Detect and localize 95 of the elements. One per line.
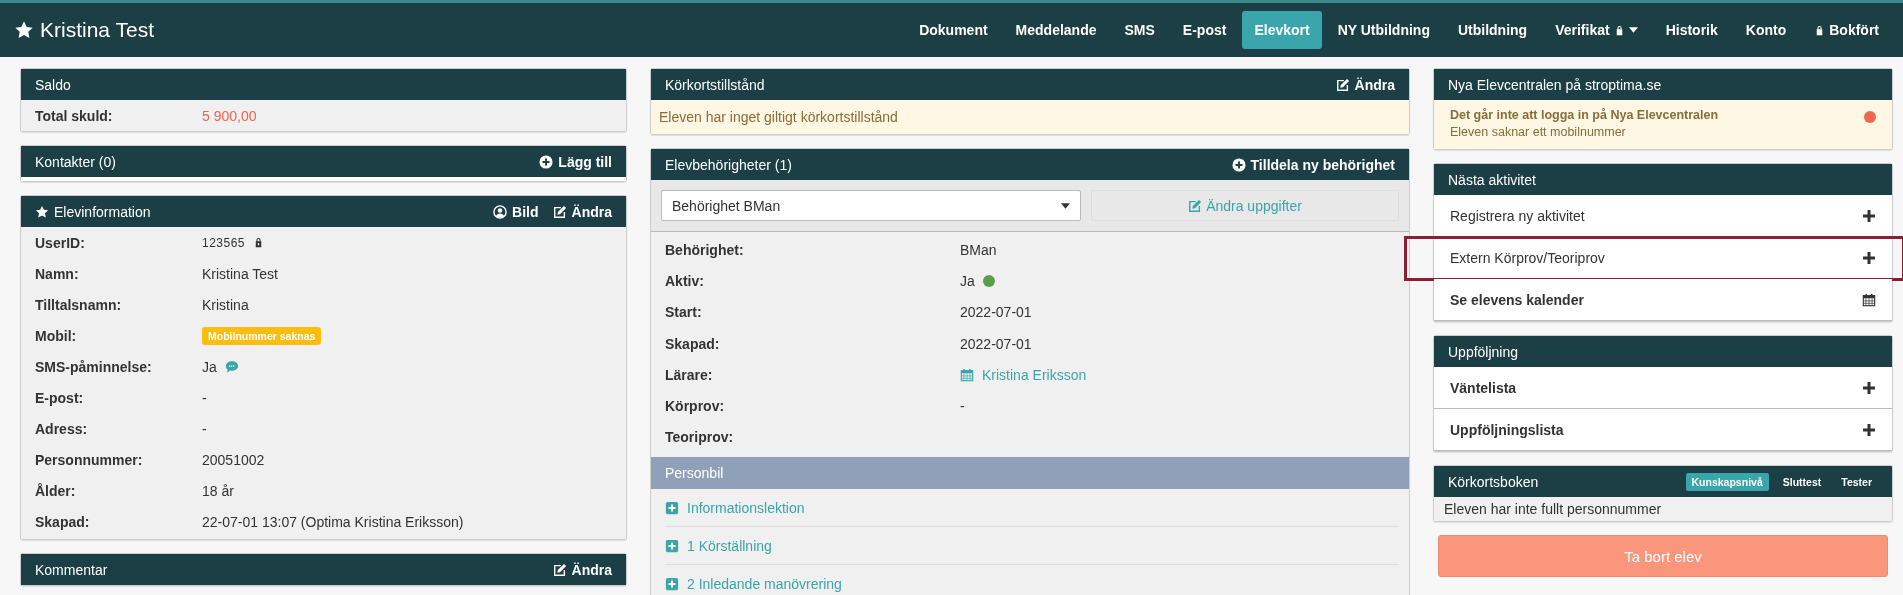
panel-title: Nya Elevcentralen på stroptima.se <box>1448 76 1662 93</box>
panel-title: Saldo <box>35 76 71 93</box>
field-value: 5 900,00 <box>202 107 257 124</box>
edit-icon <box>1335 77 1350 92</box>
edit-link[interactable]: Ändra <box>552 203 612 220</box>
edit-icon <box>552 204 567 219</box>
list-item[interactable]: Extern Körprov/Teoriprov <box>1434 237 1892 279</box>
panel-title: Kontakter (0) <box>35 153 116 170</box>
plus-icon <box>1862 380 1876 395</box>
plus-circle-icon <box>539 154 554 169</box>
field-value: Kristina <box>202 296 249 313</box>
panel-title: Elevinformation <box>35 203 151 220</box>
field-label: Adress: <box>35 420 88 437</box>
star-icon <box>35 204 49 219</box>
star-icon <box>14 20 34 40</box>
field-label: Teoriprov: <box>665 429 734 446</box>
field-label: Start: <box>665 304 702 321</box>
plus-square-icon <box>665 538 679 553</box>
field-label: Mobil: <box>35 327 77 344</box>
brand-title[interactable]: Kristina Test <box>14 18 154 42</box>
photo-link[interactable]: Bild <box>493 203 539 220</box>
tab[interactable]: Sluttest <box>1776 472 1828 491</box>
field-value: - <box>202 420 207 437</box>
caret-icon <box>1061 202 1070 209</box>
plus-icon <box>1862 250 1876 265</box>
panel-title: Körkortstillstånd <box>665 76 765 93</box>
field-value: 123565 <box>202 235 246 250</box>
panel-title: Uppföljning <box>1448 343 1519 360</box>
caret-icon <box>1628 27 1638 33</box>
field-value: 18 år <box>202 482 234 499</box>
nav-tab[interactable]: Meddelande <box>1003 11 1109 49</box>
list-item[interactable]: Väntelista <box>1434 367 1892 409</box>
panel-title: Kommentar <box>35 561 108 578</box>
nav-tab[interactable]: SMS <box>1112 11 1167 49</box>
nav-tab[interactable]: Dokument <box>907 11 1000 49</box>
field-value: Kristina Test <box>202 265 278 282</box>
category-header: Personbil <box>651 457 1409 490</box>
list-item[interactable]: Se elevens kalender <box>1434 279 1892 321</box>
field-label: Skapad: <box>665 335 720 352</box>
field-label: Lärare: <box>665 366 713 383</box>
plus-icon <box>1862 208 1876 223</box>
panel-title: Körkortsboken <box>1448 473 1539 490</box>
alert-text: Eleven saknar ett mobilnummer <box>1450 125 1627 139</box>
edit-icon <box>552 562 567 577</box>
field-value: - <box>960 398 965 415</box>
field-label: Namn: <box>35 265 79 282</box>
field-label: SMS-påminnelse: <box>35 358 152 375</box>
field-label: Aktiv: <box>665 272 704 289</box>
field-label: UserID: <box>35 234 85 251</box>
assign-link[interactable]: Tilldela ny behörighet <box>1231 156 1395 173</box>
edit-icon <box>1188 198 1203 213</box>
field-label: Behörighet: <box>665 241 744 258</box>
nav-tab[interactable]: E-post <box>1170 11 1239 49</box>
nav-tab[interactable]: NY Utbildning <box>1325 11 1442 49</box>
speech-bubble-icon <box>224 359 239 374</box>
panel-title: Elevbehörigheter (1) <box>665 156 792 173</box>
field-label: Personnummer: <box>35 451 143 468</box>
field-label: Ålder: <box>35 482 76 499</box>
warning-badge: Mobilnummer saknas <box>202 326 322 345</box>
field-label: Skapad: <box>35 513 90 530</box>
edit-link[interactable]: Ändra <box>1335 76 1395 93</box>
panel-title: Nästa aktivitet <box>1448 171 1536 188</box>
field-value: Ja <box>960 272 975 289</box>
calendar-icon <box>1862 292 1876 307</box>
nav-tab[interactable]: Konto <box>1733 11 1799 49</box>
field-value: 2022-07-01 <box>960 304 1032 321</box>
nav-tab[interactable]: Verifikat <box>1543 11 1650 49</box>
user-circle-icon <box>493 204 508 219</box>
plus-square-icon <box>665 500 679 515</box>
plus-icon <box>1862 422 1876 437</box>
tab[interactable]: Tester <box>1835 472 1878 491</box>
edit-link[interactable]: Ändra <box>552 561 612 578</box>
field-value: Ja <box>202 358 217 375</box>
field-label: E-post: <box>35 389 84 406</box>
nav-tab[interactable]: Bokfört <box>1802 11 1891 49</box>
list-item[interactable]: Uppföljningslista <box>1434 409 1892 451</box>
license-select[interactable]: Behörighet BMan <box>661 190 1081 221</box>
plus-circle-icon <box>1231 157 1246 172</box>
calendar-icon <box>960 367 974 382</box>
field-label: Total skuld: <box>35 107 113 124</box>
plus-square-icon <box>665 576 679 591</box>
field-value: - <box>202 389 207 406</box>
add-link[interactable]: Lägg till <box>539 153 612 170</box>
field-value: 22-07-01 13:07 (Optima Kristina Eriksson) <box>202 513 464 530</box>
field-label: Körprov: <box>665 398 725 415</box>
list-item[interactable]: Registrera ny aktivitet <box>1434 195 1892 237</box>
field-value: BMan <box>960 241 997 258</box>
nav-tab[interactable]: Historik <box>1653 11 1730 49</box>
nav-tab[interactable]: Utbildning <box>1445 11 1540 49</box>
alert-title: Det går inte att logga in på Nya Elevcentralen <box>1450 108 1719 122</box>
notice-text: Eleven har inget giltigt körkortstillstånd <box>659 109 898 125</box>
field-value: 2022-07-01 <box>960 335 1032 352</box>
field-label: Tilltalsnamn: <box>35 296 122 313</box>
notice-text: Eleven har inte fullt personnummer <box>1444 501 1662 517</box>
field-value: 20051002 <box>202 451 265 468</box>
